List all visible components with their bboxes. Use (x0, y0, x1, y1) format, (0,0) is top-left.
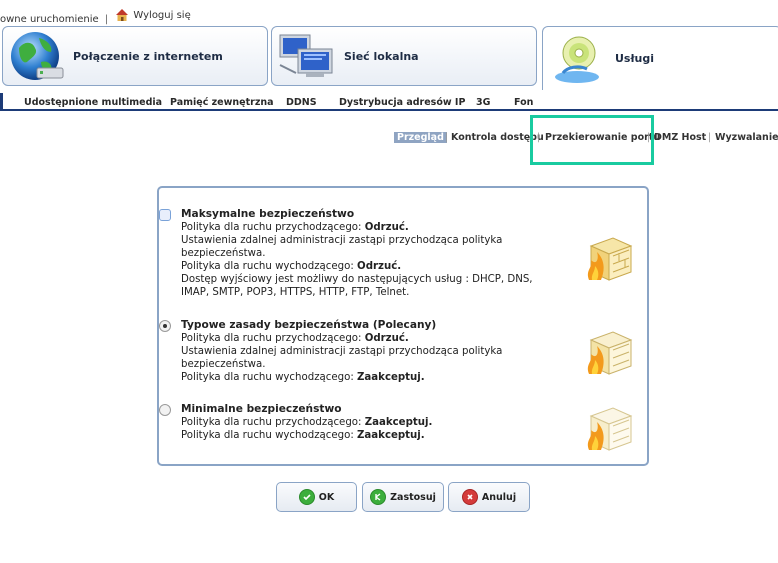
tab-internet-connection[interactable]: Połączenie z internetem (2, 26, 268, 86)
cancel-button[interactable]: Anuluj (448, 482, 530, 512)
main-tabs: Połączenie z internetem Sieć lokalna Usł… (0, 26, 778, 90)
apply-button[interactable]: Zastosuj (362, 482, 444, 512)
firewall-min-icon (587, 407, 633, 451)
option-typical-security: Typowe zasady bezpieczeństwa (Polecany) … (159, 319, 561, 384)
subnav-external-storage[interactable]: Pamięć zewnętrzna (170, 97, 274, 108)
max-services-note: Dostęp wyjściowy jest możliwy do następu… (181, 274, 533, 298)
services-disc-icon (555, 36, 599, 83)
radio-typical-security[interactable] (159, 320, 171, 332)
subnav-left-marker (0, 93, 3, 109)
cancel-label: Anuluj (481, 491, 517, 503)
tab-local-network[interactable]: Sieć lokalna (271, 26, 537, 86)
min-security-title: Minimalne bezpieczeństwo (181, 403, 342, 415)
highlight-frame (530, 115, 654, 165)
security-level-panel: Maksymalne bezpieczeństwo Polityka dla r… (157, 186, 649, 466)
path-separator: | (708, 132, 712, 143)
topbar-separator: | (104, 14, 109, 25)
subnav-fon[interactable]: Fon (514, 97, 533, 108)
tab-services[interactable]: Usługi (542, 26, 778, 90)
option-max-security: Maksymalne bezpieczeństwo Polityka dla r… (159, 208, 561, 299)
tab-internet-label: Połączenie z internetem (73, 49, 223, 63)
typical-security-title: Typowe zasady bezpieczeństwa (Polecany) (181, 319, 437, 331)
subnav-ip-distribution[interactable]: Dystrybucja adresów IP (339, 97, 465, 108)
apply-icon (370, 489, 387, 505)
sub-navigation: Udostępnione multimedia Pamięć zewnętrzn… (0, 93, 778, 111)
path-dmz-host[interactable]: DMZ Host (654, 132, 706, 143)
restart-link[interactable]: owne uruchomienie (0, 14, 99, 25)
max-security-title: Maksymalne bezpieczeństwo (181, 208, 355, 220)
typical-admin-note: Ustawienia zdalnej administracji zastąpi… (181, 346, 503, 370)
subnav-3g[interactable]: 3G (476, 97, 490, 108)
logout-label: Wyloguj się (133, 9, 191, 21)
check-icon (298, 489, 315, 505)
globe-icon (11, 32, 64, 80)
firewall-max-icon (587, 237, 633, 281)
max-admin-note: Ustawienia zdalnej administracji zastąpi… (181, 235, 503, 259)
max-incoming-policy: Polityka dla ruchu przychodzącego: Odrzu… (181, 222, 409, 233)
ok-label: OK (318, 491, 335, 503)
top-bar: owne uruchomienie | Wyloguj się (0, 8, 191, 26)
path-separator: | (445, 132, 449, 143)
subnav-shared-media[interactable]: Udostępnione multimedia (24, 97, 162, 108)
max-outgoing-policy: Polityka dla ruchu wychodzącego: Odrzuć. (181, 261, 402, 272)
subnav-ddns[interactable]: DDNS (286, 97, 317, 108)
firewall-typical-icon (587, 331, 633, 375)
path-port-triggering[interactable]: Wyzwalanie p (715, 132, 778, 143)
logout-link[interactable]: Wyloguj się (114, 8, 191, 22)
typical-incoming-policy: Polityka dla ruchu przychodzącego: Odrzu… (181, 333, 409, 344)
tab-local-network-label: Sieć lokalna (344, 49, 419, 63)
ok-button[interactable]: OK (276, 482, 357, 512)
logout-house-icon (116, 9, 129, 21)
min-outgoing-policy: Polityka dla ruchu wychodzącego: Zaakcep… (181, 430, 425, 441)
radio-max-security[interactable] (159, 209, 171, 221)
path-overview[interactable]: Przegląd (394, 132, 447, 143)
option-min-security: Minimalne bezpieczeństwo Polityka dla ru… (159, 403, 561, 442)
lan-computers-icon (279, 34, 333, 77)
typical-outgoing-policy: Polityka dla ruchu wychodzącego: Zaakcep… (181, 372, 425, 383)
cancel-x-icon (461, 489, 478, 505)
min-incoming-policy: Polityka dla ruchu przychodzącego: Zaakc… (181, 417, 433, 428)
apply-label: Zastosuj (390, 491, 436, 503)
tab-services-label: Usługi (615, 52, 655, 65)
radio-min-security[interactable] (159, 404, 171, 416)
